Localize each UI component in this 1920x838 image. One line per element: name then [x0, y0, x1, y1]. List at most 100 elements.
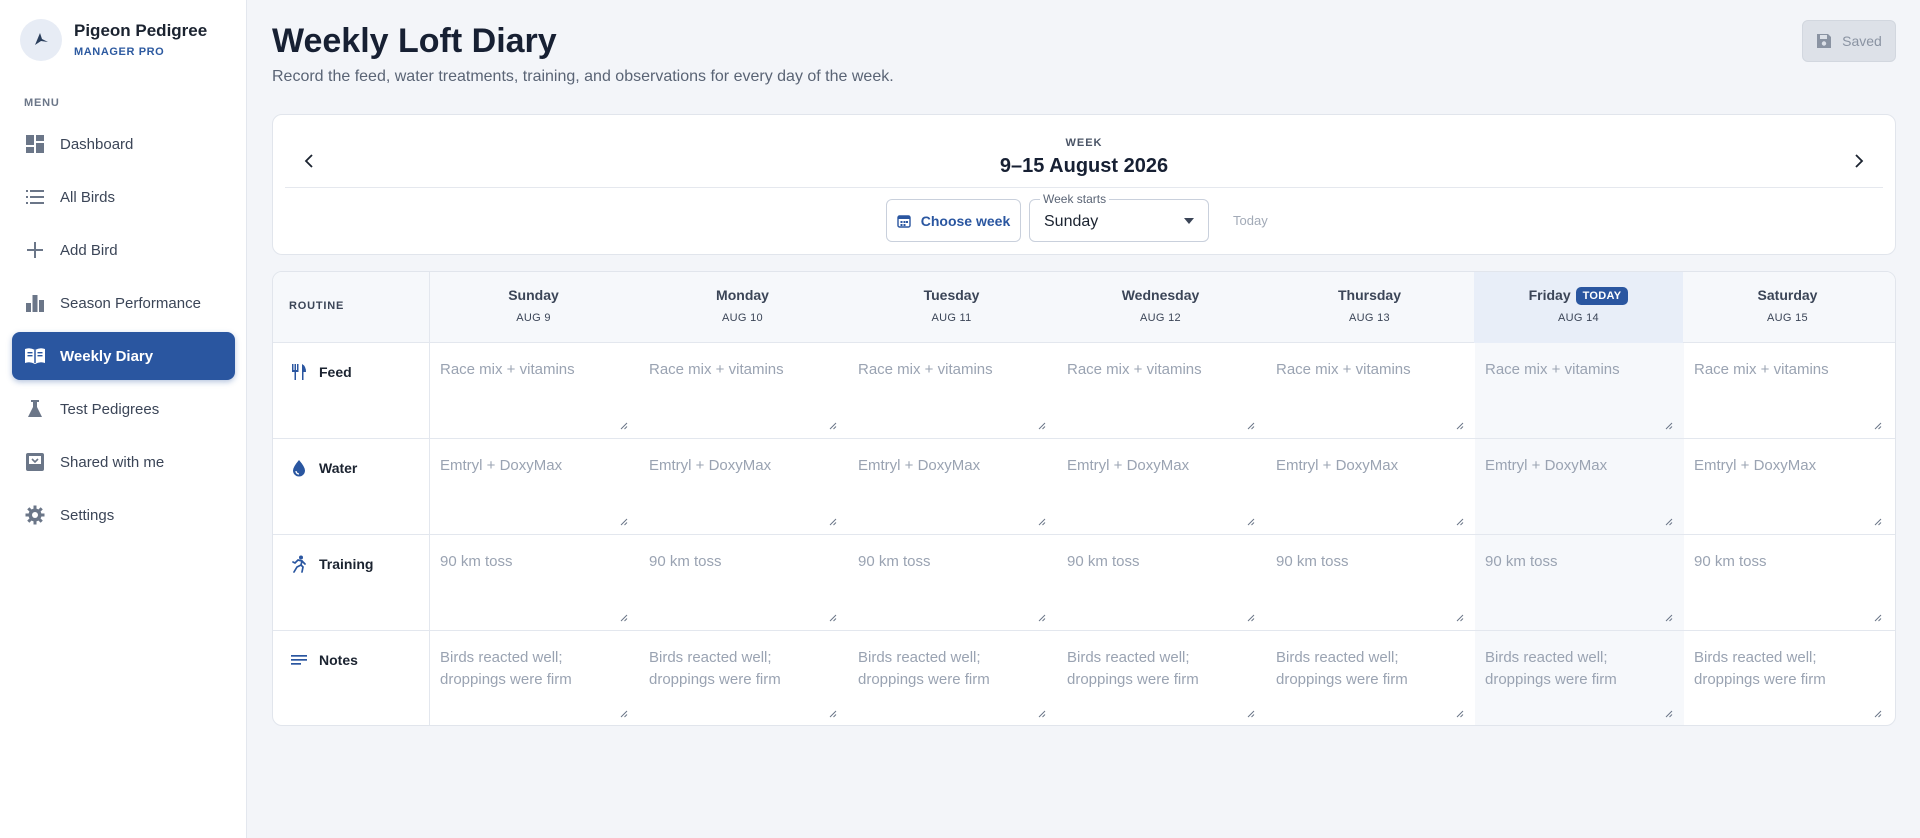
resize-handle-icon[interactable]: [1874, 705, 1882, 718]
notes-textarea-tuesday[interactable]: Birds reacted well; droppings were firm: [847, 631, 1056, 725]
sidebar-item-label: Shared with me: [60, 453, 165, 471]
day-header-tuesday: Tuesday AUG 11: [847, 272, 1056, 343]
running-icon: [289, 555, 309, 573]
notes-textarea-saturday[interactable]: Birds reacted well; droppings were firm: [1683, 631, 1892, 725]
day-header-wednesday: Wednesday AUG 12: [1056, 272, 1265, 343]
training-textarea-thursday[interactable]: 90 km toss: [1265, 535, 1474, 631]
resize-handle-icon[interactable]: [829, 513, 837, 526]
day-date: AUG 12: [1140, 312, 1181, 324]
feed-textarea-saturday[interactable]: Race mix + vitamins: [1683, 343, 1892, 439]
resize-handle-icon[interactable]: [1456, 417, 1464, 430]
resize-handle-icon[interactable]: [1874, 417, 1882, 430]
list-icon: [24, 186, 46, 208]
water-textarea-friday[interactable]: Emtryl + DoxyMax: [1474, 439, 1683, 535]
sidebar-item-settings[interactable]: Settings: [12, 491, 235, 539]
resize-handle-icon[interactable]: [1038, 705, 1046, 718]
sidebar-item-label: Season Performance: [60, 294, 201, 312]
feed-textarea-monday[interactable]: Race mix + vitamins: [638, 343, 847, 439]
resize-handle-icon[interactable]: [1247, 609, 1255, 622]
resize-handle-icon[interactable]: [1874, 513, 1882, 526]
sidebar-item-shared-with-me[interactable]: Shared with me: [12, 438, 235, 486]
textarea-placeholder: Emtryl + DoxyMax: [649, 457, 772, 474]
textarea-placeholder: Emtryl + DoxyMax: [1694, 457, 1817, 474]
routine-label: Feed: [289, 363, 352, 381]
sidebar-item-test-pedigrees[interactable]: Test Pedigrees: [12, 385, 235, 433]
brand-subtitle: MANAGER PRO: [74, 46, 165, 58]
sidebar-item-weekly-diary[interactable]: Weekly Diary: [12, 332, 235, 380]
resize-handle-icon[interactable]: [1247, 705, 1255, 718]
resize-handle-icon[interactable]: [1665, 417, 1673, 430]
training-textarea-tuesday[interactable]: 90 km toss: [847, 535, 1056, 631]
resize-handle-icon[interactable]: [1665, 609, 1673, 622]
saved-button[interactable]: Saved: [1802, 20, 1896, 62]
resize-handle-icon[interactable]: [1038, 609, 1046, 622]
training-textarea-saturday[interactable]: 90 km toss: [1683, 535, 1892, 631]
training-textarea-friday[interactable]: 90 km toss: [1474, 535, 1683, 631]
water-textarea-saturday[interactable]: Emtryl + DoxyMax: [1683, 439, 1892, 535]
feed-textarea-sunday[interactable]: Race mix + vitamins: [429, 343, 638, 439]
water-textarea-monday[interactable]: Emtryl + DoxyMax: [638, 439, 847, 535]
resize-handle-icon[interactable]: [829, 705, 837, 718]
day-name: Monday: [716, 287, 769, 303]
resize-handle-icon[interactable]: [829, 609, 837, 622]
sidebar-item-all-birds[interactable]: All Birds: [12, 173, 235, 221]
water-textarea-sunday[interactable]: Emtryl + DoxyMax: [429, 439, 638, 535]
water-textarea-tuesday[interactable]: Emtryl + DoxyMax: [847, 439, 1056, 535]
feed-textarea-wednesday[interactable]: Race mix + vitamins: [1056, 343, 1265, 439]
day-date: AUG 11: [931, 312, 972, 324]
notes-textarea-friday[interactable]: Birds reacted well; droppings were firm: [1474, 631, 1683, 725]
resize-handle-icon[interactable]: [1038, 417, 1046, 430]
notes-textarea-wednesday[interactable]: Birds reacted well; droppings were firm: [1056, 631, 1265, 725]
feed-textarea-tuesday[interactable]: Race mix + vitamins: [847, 343, 1056, 439]
water-textarea-wednesday[interactable]: Emtryl + DoxyMax: [1056, 439, 1265, 535]
routine-row-water: Water Emtryl + DoxyMax Emtryl + DoxyMax Emt…: [273, 439, 1895, 535]
routine-label-text: Feed: [319, 364, 352, 380]
training-textarea-wednesday[interactable]: 90 km toss: [1056, 535, 1265, 631]
resize-handle-icon[interactable]: [1247, 513, 1255, 526]
resize-handle-icon[interactable]: [1665, 513, 1673, 526]
textarea-placeholder: 90 km toss: [440, 553, 513, 570]
next-week-button[interactable]: [1843, 145, 1875, 177]
notes-textarea-thursday[interactable]: Birds reacted well; droppings were firm: [1265, 631, 1474, 725]
routine-label: Water: [289, 459, 357, 477]
water-textarea-thursday[interactable]: Emtryl + DoxyMax: [1265, 439, 1474, 535]
training-textarea-monday[interactable]: 90 km toss: [638, 535, 847, 631]
notes-textarea-sunday[interactable]: Birds reacted well; droppings were firm: [429, 631, 638, 725]
sidebar-item-add-bird[interactable]: Add Bird: [12, 226, 235, 274]
choose-week-label: Choose week: [920, 212, 1011, 229]
week-label: WEEK: [1065, 137, 1103, 149]
textarea-placeholder: Birds reacted well; droppings were firm: [649, 649, 781, 688]
resize-handle-icon[interactable]: [1456, 513, 1464, 526]
resize-handle-icon[interactable]: [829, 417, 837, 430]
resize-handle-icon[interactable]: [620, 417, 628, 430]
diary-header-row: ROUTINE Sunday AUG 9 Monday AUG 10 Tuesday AU…: [273, 272, 1895, 343]
textarea-placeholder: Emtryl + DoxyMax: [858, 457, 981, 474]
resize-handle-icon[interactable]: [1665, 705, 1673, 718]
today-badge: TODAY: [1575, 287, 1629, 305]
day-date: AUG 9: [516, 312, 551, 324]
resize-handle-icon[interactable]: [1456, 609, 1464, 622]
feed-textarea-friday[interactable]: Race mix + vitamins: [1474, 343, 1683, 439]
flask-icon: [24, 398, 46, 420]
feed-textarea-thursday[interactable]: Race mix + vitamins: [1265, 343, 1474, 439]
textarea-placeholder: Race mix + vitamins: [1694, 361, 1829, 378]
week-starts-select[interactable]: Week starts Sunday: [1029, 192, 1209, 242]
resize-handle-icon[interactable]: [620, 513, 628, 526]
today-button[interactable]: Today: [1233, 213, 1268, 228]
day-header-friday: Friday TODAY AUG 14: [1474, 272, 1683, 343]
resize-handle-icon[interactable]: [1247, 417, 1255, 430]
resize-handle-icon[interactable]: [1038, 513, 1046, 526]
textarea-placeholder: 90 km toss: [1276, 553, 1349, 570]
day-name: Friday: [1528, 287, 1571, 303]
choose-week-button[interactable]: Choose week: [886, 199, 1021, 242]
resize-handle-icon[interactable]: [1456, 705, 1464, 718]
resize-handle-icon[interactable]: [1874, 609, 1882, 622]
brand[interactable]: Pigeon Pedigree MANAGER PRO: [20, 19, 207, 61]
sidebar-item-dashboard[interactable]: Dashboard: [12, 120, 235, 168]
sidebar-item-season-performance[interactable]: Season Performance: [12, 279, 235, 327]
notes-textarea-monday[interactable]: Birds reacted well; droppings were firm: [638, 631, 847, 725]
resize-handle-icon[interactable]: [620, 705, 628, 718]
training-textarea-sunday[interactable]: 90 km toss: [429, 535, 638, 631]
resize-handle-icon[interactable]: [620, 609, 628, 622]
sidebar-item-label: Dashboard: [60, 135, 134, 153]
